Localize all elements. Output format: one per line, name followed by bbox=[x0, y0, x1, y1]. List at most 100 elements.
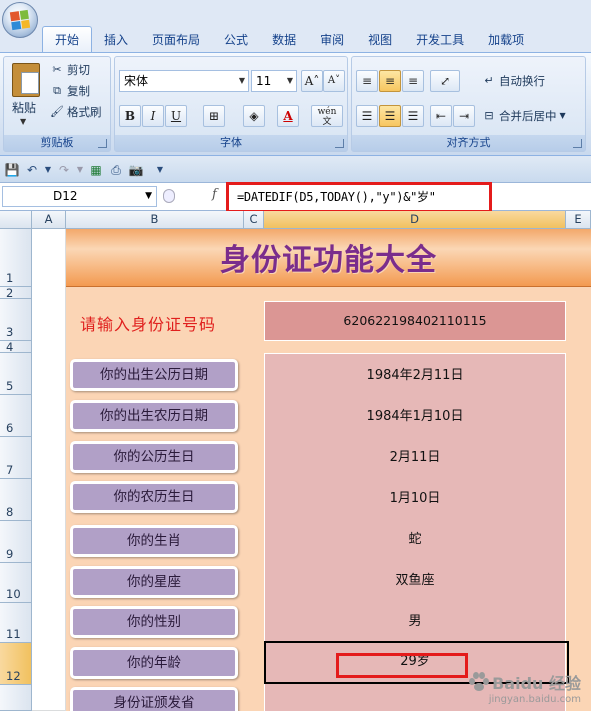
row-header-4[interactable]: 4 bbox=[0, 340, 32, 354]
cut-button[interactable]: ✂ 剪切 bbox=[50, 61, 90, 79]
row-header-10[interactable]: 10 bbox=[0, 563, 32, 603]
row-header-6[interactable]: 6 bbox=[0, 395, 32, 437]
orientation-icon: ⤢ bbox=[439, 74, 451, 88]
column-header-a[interactable]: A bbox=[32, 211, 66, 229]
outdent-icon: ⇤ bbox=[435, 109, 447, 123]
tab-review[interactable]: 审阅 bbox=[308, 28, 356, 52]
issuing-province-button[interactable]: 身份证颁发省 bbox=[70, 687, 238, 711]
column-header-d[interactable]: D bbox=[264, 211, 566, 229]
merge-center-button[interactable]: ⊟ 合并后居中 ▼ bbox=[482, 105, 566, 127]
tab-developer[interactable]: 开发工具 bbox=[404, 28, 476, 52]
tab-insert[interactable]: 插入 bbox=[92, 28, 140, 52]
row-header-7[interactable]: 7 bbox=[0, 437, 32, 479]
clipboard-group: 粘贴 ▼ ✂ 剪切 ⧉ 复制 🖌 格式刷 剪贴板 bbox=[3, 56, 111, 152]
tab-data[interactable]: 数据 bbox=[260, 28, 308, 52]
align-top-icon: ≡ bbox=[361, 74, 373, 88]
wrap-text-button[interactable]: ↵ 自动换行 bbox=[482, 70, 545, 92]
formula-bar-handle-icon[interactable] bbox=[163, 189, 175, 203]
worksheet-area[interactable]: 身份证功能大全 请输入身份证号码 620622198402110115 你的出生… bbox=[66, 229, 591, 711]
row-header-1[interactable]: 1 bbox=[0, 229, 32, 287]
row-header-2[interactable]: 2 bbox=[0, 286, 32, 300]
row-header-11[interactable]: 11 bbox=[0, 603, 32, 643]
wrap-text-icon: ↵ bbox=[484, 74, 494, 87]
insert-function-button[interactable]: f bbox=[212, 187, 217, 202]
column-header-b[interactable]: B bbox=[66, 211, 244, 229]
decrease-indent-button[interactable]: ⇤ bbox=[430, 105, 452, 127]
bold-button[interactable]: B bbox=[119, 105, 141, 127]
phonetic-button[interactable]: wén 文 bbox=[311, 105, 343, 127]
redo-icon[interactable]: ↷ bbox=[56, 162, 72, 178]
chevron-down-icon: ▼ bbox=[238, 76, 245, 85]
align-left-icon: ☰ bbox=[361, 109, 373, 123]
undo-icon[interactable]: ↶ bbox=[24, 162, 40, 178]
star-sign-button[interactable]: 你的星座 bbox=[70, 566, 238, 598]
column-header-c[interactable]: C bbox=[244, 211, 264, 229]
excel-sheet-icon[interactable]: ▦ bbox=[88, 162, 104, 178]
undo-dropdown-icon[interactable]: ▼ bbox=[40, 162, 56, 178]
zodiac-animal-button[interactable]: 你的生肖 bbox=[70, 525, 238, 557]
shrink-font-button[interactable]: A˅ bbox=[323, 70, 345, 92]
tab-formulas[interactable]: 公式 bbox=[212, 28, 260, 52]
row-header-5[interactable]: 5 bbox=[0, 353, 32, 395]
clipboard-launcher-icon[interactable] bbox=[98, 139, 107, 148]
align-top-button[interactable]: ≡ bbox=[356, 70, 378, 92]
paint-bucket-icon: ◈ bbox=[249, 109, 259, 123]
watermark-url: jingyan.baidu.com bbox=[488, 694, 581, 705]
row-header-13[interactable]: 13 bbox=[0, 685, 32, 711]
borders-button[interactable]: ⊞ bbox=[203, 105, 225, 127]
lunar-birthday-button[interactable]: 你的农历生日 bbox=[70, 481, 238, 513]
underline-button[interactable]: U bbox=[165, 105, 187, 127]
solar-birthday-button[interactable]: 你的公历生日 bbox=[70, 441, 238, 473]
print-preview-icon[interactable]: ⎙ bbox=[108, 162, 124, 178]
gender-value: 男 bbox=[408, 614, 422, 629]
grow-font-button[interactable]: A˄ bbox=[301, 70, 323, 92]
camera-icon[interactable]: 📷 bbox=[128, 162, 144, 178]
copy-button[interactable]: ⧉ 复制 bbox=[50, 82, 90, 100]
chevron-down-icon: ▼ bbox=[559, 111, 566, 120]
brush-icon: 🖌 bbox=[50, 105, 64, 118]
indent-icon: ⇥ bbox=[458, 109, 470, 123]
age-button[interactable]: 你的年龄 bbox=[70, 647, 238, 679]
id-number-input-cell[interactable]: 620622198402110115 bbox=[264, 301, 566, 341]
redo-dropdown-icon[interactable]: ▼ bbox=[72, 162, 88, 178]
row-header-3[interactable]: 3 bbox=[0, 299, 32, 341]
align-center-button[interactable]: ☰ bbox=[379, 105, 401, 127]
select-all-corner[interactable] bbox=[0, 211, 32, 229]
italic-button[interactable]: I bbox=[142, 105, 164, 127]
font-launcher-icon[interactable] bbox=[335, 139, 344, 148]
gender-button[interactable]: 你的性别 bbox=[70, 606, 238, 638]
column-a-cells[interactable] bbox=[32, 229, 66, 711]
alignment-launcher-icon[interactable] bbox=[573, 139, 582, 148]
font-family-select[interactable]: 宋体 ▼ bbox=[119, 70, 249, 92]
align-right-button[interactable]: ☰ bbox=[402, 105, 424, 127]
align-bottom-button[interactable]: ≡ bbox=[402, 70, 424, 92]
increase-indent-button[interactable]: ⇥ bbox=[453, 105, 475, 127]
name-box[interactable]: D12 ▼ bbox=[2, 186, 157, 207]
office-button[interactable] bbox=[2, 2, 38, 38]
tab-page-layout[interactable]: 页面布局 bbox=[140, 28, 212, 52]
orientation-button[interactable]: ⤢ bbox=[430, 70, 460, 92]
merge-center-label: 合并后居中 bbox=[499, 109, 557, 123]
row-header-8[interactable]: 8 bbox=[0, 479, 32, 521]
name-box-value: D12 bbox=[53, 189, 78, 203]
customize-toolbar-icon[interactable]: ▼ bbox=[152, 162, 168, 178]
birth-solar-date-button[interactable]: 你的出生公历日期 bbox=[70, 359, 238, 391]
tab-add-ins[interactable]: 加载项 bbox=[476, 28, 536, 52]
font-family-value: 宋体 bbox=[124, 74, 149, 88]
font-color-button[interactable]: A bbox=[277, 105, 299, 127]
tab-view[interactable]: 视图 bbox=[356, 28, 404, 52]
align-left-button[interactable]: ☰ bbox=[356, 105, 378, 127]
format-painter-button[interactable]: 🖌 格式刷 bbox=[50, 103, 101, 121]
zodiac-animal-value: 蛇 bbox=[408, 532, 422, 547]
tab-home[interactable]: 开始 bbox=[42, 26, 93, 52]
row-header-12[interactable]: 12 bbox=[0, 643, 32, 685]
align-middle-button[interactable]: ≡ bbox=[379, 70, 401, 92]
save-icon[interactable]: 💾 bbox=[4, 162, 20, 178]
paste-dropdown-icon[interactable]: ▼ bbox=[20, 117, 26, 126]
column-header-e[interactable]: E bbox=[566, 211, 591, 229]
fill-color-button[interactable]: ◈ bbox=[243, 105, 265, 127]
row-header-9[interactable]: 9 bbox=[0, 521, 32, 563]
font-size-select[interactable]: 11 ▼ bbox=[251, 70, 297, 92]
birth-lunar-date-button[interactable]: 你的出生农历日期 bbox=[70, 400, 238, 432]
font-size-value: 11 bbox=[256, 74, 272, 88]
